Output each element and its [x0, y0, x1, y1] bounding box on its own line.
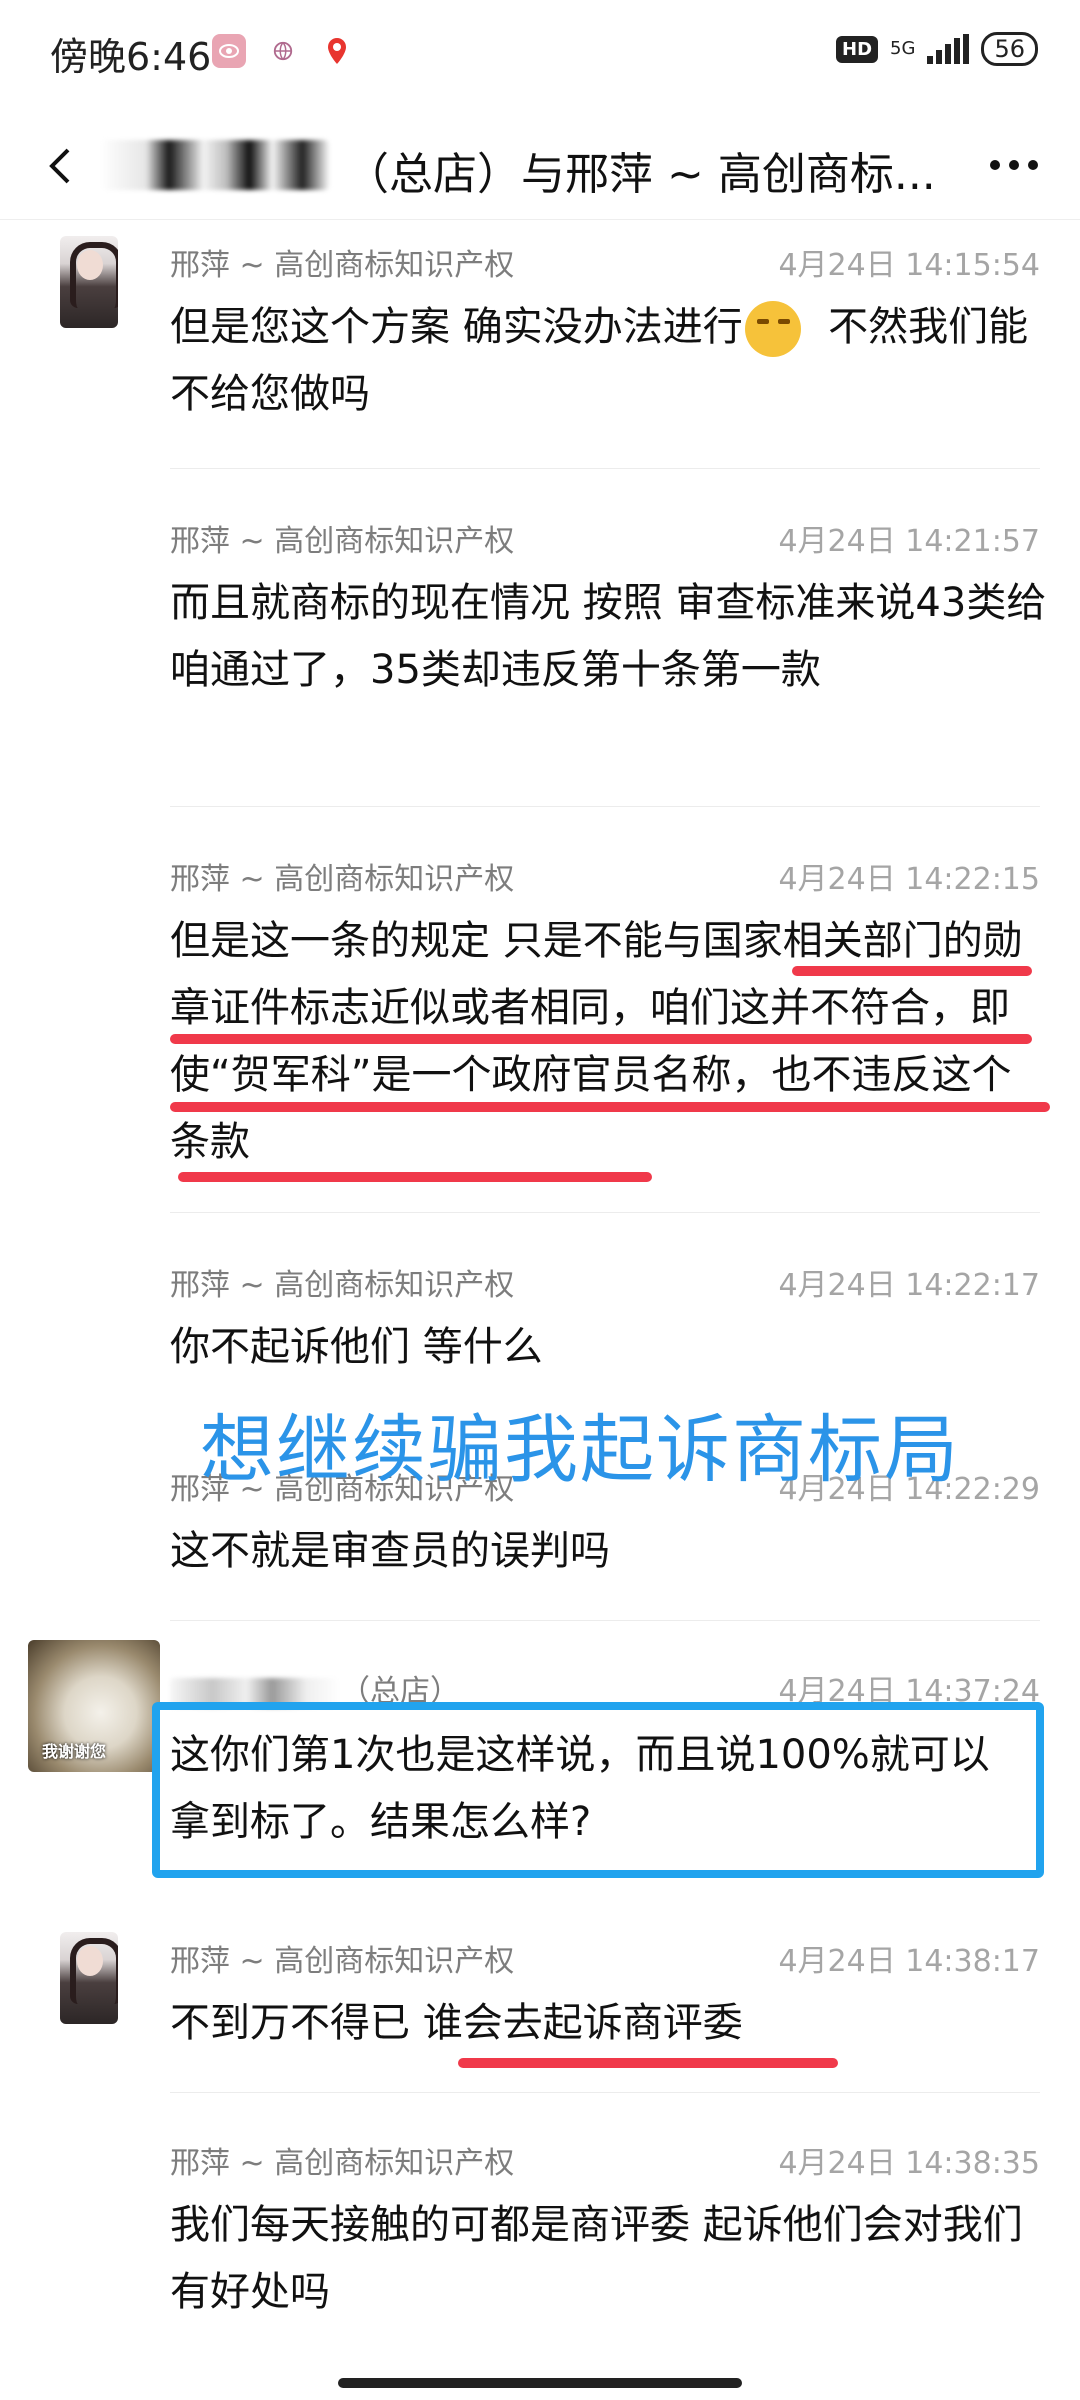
message-text: 我们每天接触的可都是商评委 起诉他们会对我们有好处吗 — [170, 2202, 1023, 2315]
map-pin-icon — [320, 34, 354, 68]
notification-icons — [212, 34, 354, 68]
annotation-underline — [170, 1102, 1050, 1112]
message-time: 4月24日 14:22:15 — [778, 862, 1040, 897]
message-time: 4月24日 14:38:17 — [778, 1944, 1040, 1979]
sender-name: 邢萍 ~ 高创商标知识产权 — [170, 1268, 515, 1303]
annotation-underline — [792, 966, 1032, 976]
home-indicator[interactable] — [338, 2378, 742, 2388]
sender-name: 邢萍 ~ 高创商标知识产权 — [170, 862, 515, 897]
avatar[interactable] — [60, 1932, 118, 2024]
message-time: 4月24日 14:38:35 — [778, 2146, 1040, 2181]
message-time: 4月24日 14:15:54 — [778, 248, 1040, 283]
battery-icon: 56 — [981, 32, 1038, 66]
message-text: 不到万不得已 谁会去起诉商评委 — [170, 2000, 743, 2046]
sender-name: 邢萍 ~ 高创商标知识产权 — [170, 1944, 515, 1979]
divider — [170, 2092, 1040, 2093]
message-text: 这不就是审查员的误判吗 — [170, 1528, 610, 1574]
message-text: 但是您这个方案 确实没办法进行 不然我们能不给您做吗 — [170, 294, 1050, 428]
globe-icon — [266, 34, 300, 68]
annotation-highlight-box — [152, 1702, 1044, 1878]
hd-badge: HD — [836, 35, 879, 63]
divider — [170, 468, 1040, 469]
message-text-part: 但是您这个方案 确实没办法进行 — [170, 304, 743, 350]
chat-header: （总店）与邢萍 ~ 高创商标... — [0, 110, 1080, 220]
sender-name: 邢萍 ~ 高创商标知识产权 — [170, 2146, 515, 2181]
chat-title: （总店）与邢萍 ~ 高创商标... — [345, 149, 936, 200]
avatar[interactable]: 我谢谢您 — [28, 1640, 160, 1772]
status-bar: 傍晚6:46 HD 5G 56 — [0, 0, 1080, 110]
message-text: 而且就商标的现在情况 按照 审查标准来说43类给咱通过了，35类却违反第十条第一… — [170, 580, 1047, 693]
annotation-underline — [458, 2058, 838, 2068]
annotation-overlay-text: 想继续骗我起诉商标局 — [200, 1407, 960, 1493]
divider — [170, 806, 1040, 807]
signal-icon — [927, 34, 970, 64]
unamused-emoji-icon — [744, 301, 801, 357]
status-right: HD 5G 56 — [836, 32, 1038, 66]
avatar-caption: 我谢谢您 — [42, 1742, 107, 1761]
message-time: 4月24日 14:21:57 — [778, 524, 1040, 559]
annotation-underline — [170, 1034, 1032, 1044]
message-time: 4月24日 14:22:17 — [778, 1268, 1040, 1303]
eye-app-icon — [212, 34, 246, 68]
sender-name: 邢萍 ~ 高创商标知识产权 — [170, 524, 515, 559]
divider — [170, 1212, 1040, 1213]
back-arrow-icon[interactable] — [40, 142, 80, 190]
annotation-underline — [178, 1172, 652, 1182]
divider — [170, 1620, 1040, 1621]
redacted-name — [100, 140, 330, 190]
more-options-icon[interactable] — [990, 160, 1038, 170]
network-type: 5G — [890, 38, 916, 59]
sender-name: 邢萍 ~ 高创商标知识产权 — [170, 248, 515, 283]
message-text: 你不起诉他们 等什么 — [170, 1324, 543, 1370]
avatar[interactable] — [60, 236, 118, 328]
status-time: 傍晚6:46 — [50, 35, 212, 79]
